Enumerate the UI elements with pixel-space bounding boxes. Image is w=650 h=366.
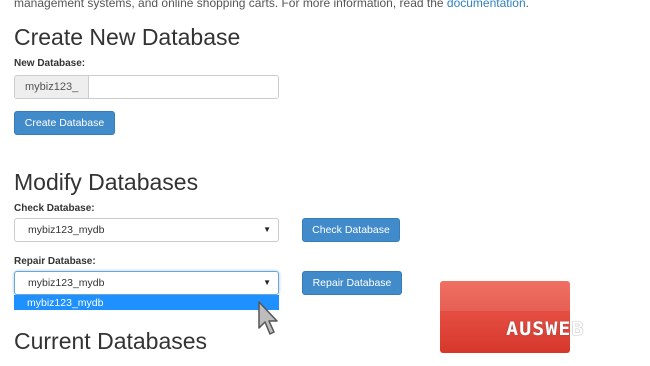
database-prefix-addon: mybiz123_ [15, 76, 90, 98]
check-database-selected-value: mybiz123_mydb [28, 224, 105, 236]
check-database-button[interactable]: Check Database [302, 218, 400, 242]
repair-database-select[interactable]: mybiz123_mydb ▼ [14, 271, 279, 295]
repair-database-dropdown-option[interactable]: mybiz123_mydb [14, 295, 279, 310]
mouse-pointer-icon [258, 301, 278, 335]
check-database-label: Check Database: [14, 203, 95, 214]
logo-shine [440, 281, 570, 311]
current-databases-heading: Current Databases [14, 328, 208, 354]
caret-down-icon: ▼ [263, 278, 271, 287]
create-database-heading: Create New Database [14, 24, 241, 50]
new-database-input[interactable] [89, 76, 278, 98]
intro-text: management systems, and online shopping … [14, 0, 529, 10]
check-database-select[interactable]: mybiz123_mydb ▼ [14, 218, 279, 242]
new-database-input-group: mybiz123_ [14, 75, 279, 99]
create-database-button[interactable]: Create Database [14, 111, 115, 135]
repair-database-label: Repair Database: [14, 256, 96, 267]
repair-database-button[interactable]: Repair Database [302, 271, 402, 295]
ausweb-logo-text: AUSWEB [506, 318, 585, 340]
documentation-link[interactable]: documentation [447, 0, 526, 10]
caret-down-icon: ▼ [263, 225, 271, 234]
modify-databases-heading: Modify Databases [14, 169, 199, 195]
repair-database-selected-value: mybiz123_mydb [28, 277, 105, 289]
ausweb-logo [440, 281, 570, 353]
new-database-label: New Database: [14, 58, 86, 69]
